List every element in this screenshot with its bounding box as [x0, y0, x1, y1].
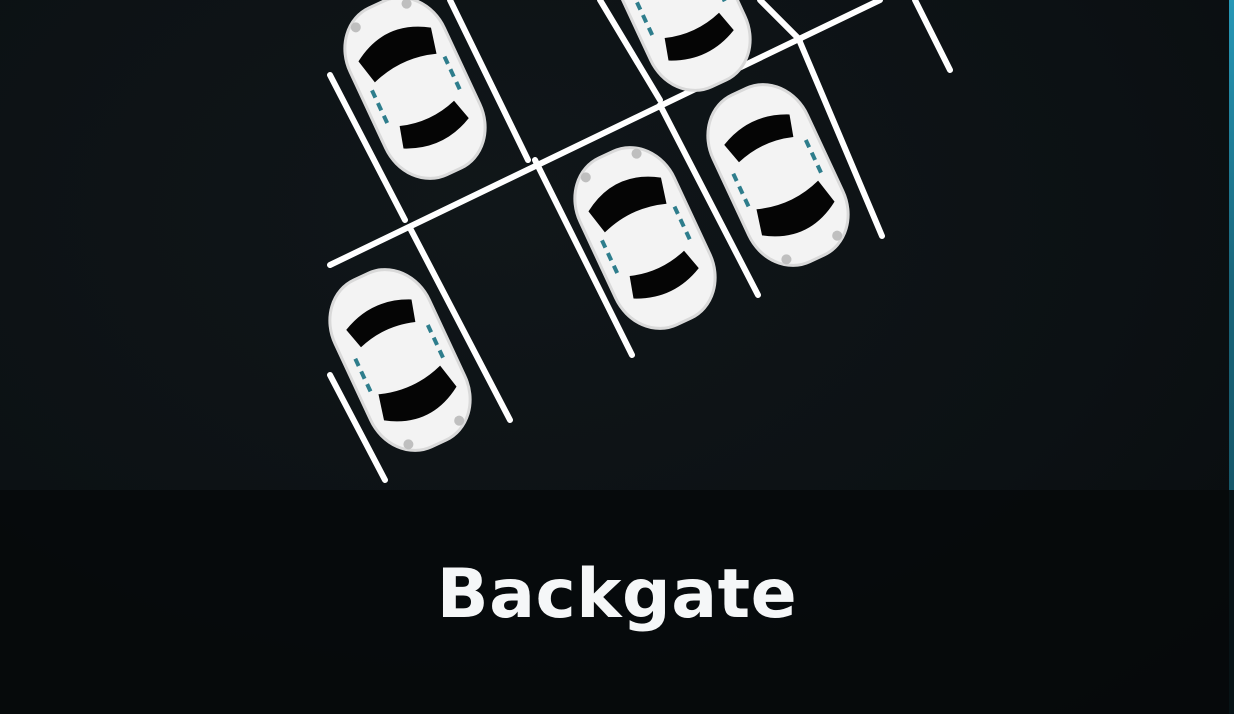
tile-caption-bar: Backgate [0, 490, 1234, 714]
tile-label: Backgate [436, 554, 798, 634]
parking-lot-icon [311, 0, 953, 483]
location-tile-backgate[interactable]: Backgate [0, 0, 1234, 714]
